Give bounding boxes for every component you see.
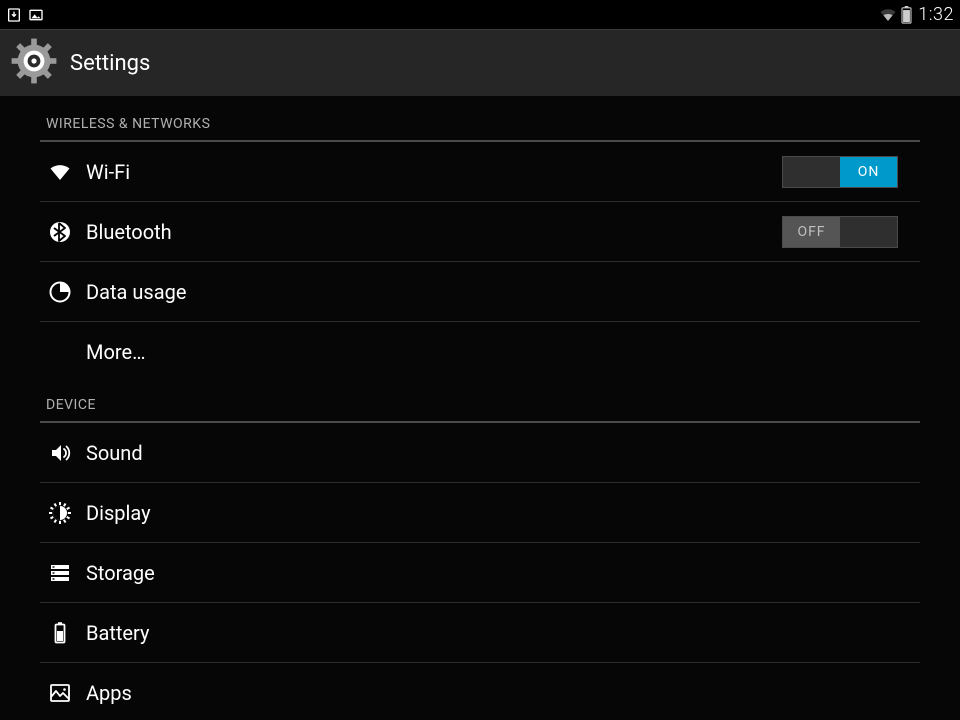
settings-gear-icon [10, 37, 58, 89]
status-bar: 1:32 [0, 0, 960, 29]
item-storage[interactable]: Storage [0, 543, 960, 602]
toggle-off-side [783, 157, 840, 187]
app-title: Settings [70, 51, 150, 76]
toggle-on-side [840, 217, 897, 247]
item-label: Data usage [86, 280, 920, 304]
display-icon [40, 501, 86, 525]
battery-status-icon [901, 6, 912, 24]
action-bar: Settings [0, 29, 960, 96]
wifi-status-icon [879, 6, 897, 24]
item-label: Storage [86, 561, 920, 585]
status-right-icons: 1:32 [879, 4, 954, 25]
item-label: Display [86, 501, 920, 525]
bluetooth-toggle[interactable]: OFF [782, 216, 898, 248]
item-apps[interactable]: Apps [0, 663, 960, 720]
wifi-toggle[interactable]: ON [782, 156, 898, 188]
download-icon [6, 7, 22, 23]
item-data-usage[interactable]: Data usage [0, 262, 960, 321]
item-display[interactable]: Display [0, 483, 960, 542]
toggle-on-side: ON [840, 157, 897, 187]
image-notification-icon [28, 7, 44, 23]
settings-list: WIRELESS & NETWORKS Wi-Fi ON Bluetooth O… [0, 96, 960, 720]
sound-icon [40, 441, 86, 465]
item-label: Wi-Fi [86, 160, 782, 184]
data-usage-icon [40, 280, 86, 304]
item-sound[interactable]: Sound [0, 423, 960, 482]
item-bluetooth[interactable]: Bluetooth OFF [0, 202, 960, 261]
section-header-device: DEVICE [0, 381, 960, 417]
bluetooth-icon [40, 220, 86, 244]
status-left-icons [6, 7, 44, 23]
item-label: Sound [86, 441, 920, 465]
status-clock: 1:32 [918, 4, 954, 25]
item-wifi[interactable]: Wi-Fi ON [0, 142, 960, 201]
apps-icon [40, 681, 86, 705]
item-label: Apps [86, 681, 920, 705]
storage-icon [40, 561, 86, 585]
item-more[interactable]: More… [0, 322, 960, 381]
item-label: Bluetooth [86, 220, 782, 244]
battery-icon [40, 621, 86, 645]
item-battery[interactable]: Battery [0, 603, 960, 662]
section-header-wireless: WIRELESS & NETWORKS [0, 100, 960, 136]
wifi-icon [40, 160, 86, 184]
item-label: More… [86, 340, 920, 364]
item-label: Battery [86, 621, 920, 645]
toggle-off-side: OFF [783, 217, 840, 247]
